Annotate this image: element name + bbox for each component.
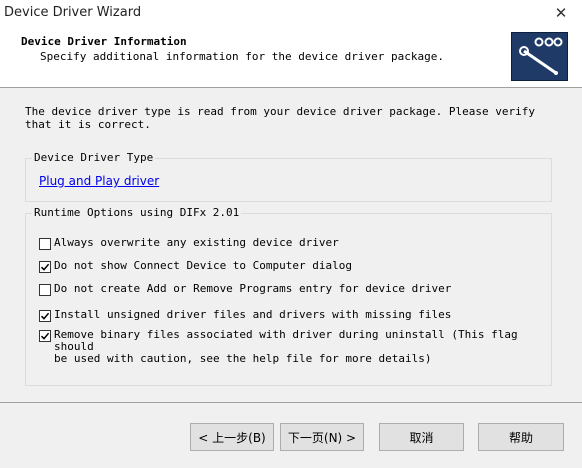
header-title: Device Driver Information: [21, 35, 187, 48]
close-button[interactable]: ✕: [540, 0, 582, 26]
driver-type-link[interactable]: Plug and Play driver: [39, 174, 159, 188]
option-label: Always overwrite any existing device dri…: [54, 236, 339, 249]
window-title: Device Driver Wizard: [4, 5, 142, 20]
option-label: Do not create Add or Remove Programs ent…: [54, 282, 452, 295]
wizard-body: The device driver type is read from your…: [0, 88, 582, 402]
option-no-arp-entry[interactable]: Do not create Add or Remove Programs ent…: [39, 283, 451, 296]
checkbox[interactable]: [39, 261, 51, 273]
option-install-unsigned[interactable]: Install unsigned driver files and driver…: [39, 309, 451, 322]
intro-text: The device driver type is read from your…: [25, 105, 535, 131]
checkbox[interactable]: [39, 284, 51, 296]
footer-divider: [0, 402, 582, 403]
wizard-header: Device Driver Information Specify additi…: [0, 26, 582, 88]
runtime-options-legend: Runtime Options using DIFx 2.01: [32, 206, 242, 219]
option-label: Install unsigned driver files and driver…: [54, 308, 452, 321]
option-label: Do not show Connect Device to Computer d…: [54, 259, 353, 272]
checkbox[interactable]: [39, 238, 51, 250]
runtime-options-group: Runtime Options using DIFx 2.01 Always o…: [25, 206, 552, 386]
back-button[interactable]: < 上一步(B): [190, 423, 274, 451]
option-remove-binaries[interactable]: Remove binary files associated with driv…: [39, 329, 551, 365]
option-always-overwrite[interactable]: Always overwrite any existing device dri…: [39, 237, 339, 250]
checkmark-icon: [40, 312, 50, 320]
checkmark-icon: [40, 332, 50, 340]
checkbox[interactable]: [39, 310, 51, 322]
driver-type-group: Device Driver Type Plug and Play driver: [25, 151, 552, 202]
checkmark-icon: [40, 263, 50, 271]
next-button[interactable]: 下一页(N) >: [280, 423, 364, 451]
checkbox[interactable]: [39, 330, 51, 342]
title-bar: Device Driver Wizard ✕: [0, 0, 582, 26]
help-button[interactable]: 帮助: [478, 423, 564, 451]
cancel-button[interactable]: 取消: [379, 423, 464, 451]
driver-type-legend: Device Driver Type: [32, 151, 156, 164]
close-icon: ✕: [554, 4, 568, 22]
option-hide-connect-dialog[interactable]: Do not show Connect Device to Computer d…: [39, 260, 352, 273]
option-label: Remove binary files associated with driv…: [54, 328, 518, 365]
header-subtitle: Specify additional information for the d…: [40, 50, 444, 63]
driver-wizard-logo-icon: [511, 32, 568, 81]
